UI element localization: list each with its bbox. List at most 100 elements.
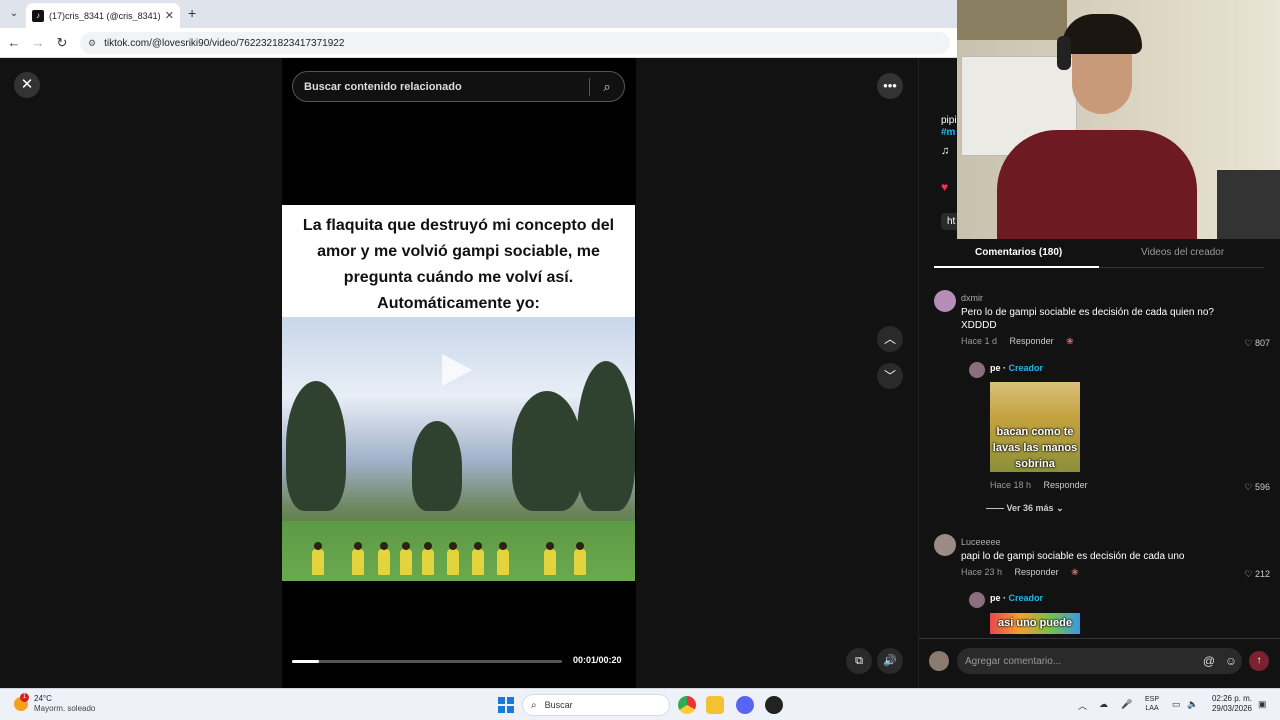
tree bbox=[577, 361, 635, 511]
weather-temperature: 24°C bbox=[34, 694, 52, 703]
avatar[interactable] bbox=[969, 592, 985, 608]
comment-placeholder: Agregar comentario... bbox=[965, 655, 1062, 667]
comment-time: Hace 23 h bbox=[961, 567, 1003, 577]
person bbox=[378, 542, 390, 575]
back-icon[interactable]: ← bbox=[5, 34, 23, 52]
new-tab-button[interactable]: + bbox=[188, 5, 196, 21]
keyboard-layout: LAA bbox=[1145, 705, 1159, 712]
reply-button[interactable]: Responder bbox=[1010, 336, 1054, 346]
like-number: 212 bbox=[1254, 569, 1270, 579]
comments-tabs: Comentarios (180) Videos del creador bbox=[934, 241, 1264, 268]
avatar[interactable] bbox=[929, 651, 949, 671]
reply-button[interactable]: Responder bbox=[1044, 480, 1088, 490]
comment-item: Luceeeee papi lo de gampi sociable es de… bbox=[934, 534, 1270, 634]
comment-item: dxmir Pero lo de gampi sociable es decis… bbox=[934, 290, 1270, 520]
progress-bar[interactable] bbox=[292, 660, 562, 663]
creator-badge: Creador bbox=[1008, 363, 1044, 373]
comment-meta: Hace 23 h Responder ❀ bbox=[961, 567, 1089, 578]
site-info-icon[interactable]: ⚙ bbox=[88, 38, 96, 49]
microphone-icon[interactable]: 🎤 bbox=[1121, 699, 1132, 710]
music-icon[interactable]: ♫ bbox=[941, 145, 949, 157]
tray-overflow-icon[interactable]: ︿ bbox=[1078, 699, 1087, 712]
reply-button[interactable]: Responder bbox=[1015, 567, 1059, 577]
tab-title: (17)cris_8341 (@cris_8341) | Tik bbox=[48, 10, 161, 21]
video-stage: ✕ Buscar contenido relacionado ⌕ La flaq… bbox=[0, 58, 918, 688]
sticker-caption: bacan como te lavas las manos sobrina bbox=[992, 426, 1078, 470]
clock-date: 29/03/2026 bbox=[1211, 704, 1252, 713]
comment-text: papi lo de gampi sociable es decisión de… bbox=[961, 551, 1185, 562]
heart-icon[interactable]: ♥ bbox=[941, 180, 948, 194]
browser-tab[interactable]: ♪ (17)cris_8341 (@cris_8341) | Tik ✕ bbox=[26, 3, 180, 28]
language-indicator[interactable]: ESP LAA bbox=[1145, 695, 1159, 713]
like-number: 596 bbox=[1254, 482, 1270, 492]
reload-icon[interactable]: ↻ bbox=[53, 34, 71, 52]
video-time: 00:01/00:20 bbox=[573, 655, 622, 665]
tab-comments[interactable]: Comentarios (180) bbox=[975, 247, 1062, 258]
send-icon[interactable]: ↑ bbox=[1249, 651, 1269, 671]
related-search-input[interactable]: Buscar contenido relacionado ⌕ bbox=[292, 71, 625, 102]
address-bar[interactable]: ⚙ tiktok.com/@lovesriki90/video/76223218… bbox=[80, 32, 950, 54]
reply-user: pe bbox=[990, 593, 1001, 603]
system-clock[interactable]: 02:26 p. m. 29/03/2026 bbox=[1206, 694, 1252, 714]
chrome-icon[interactable] bbox=[678, 696, 696, 714]
play-icon[interactable] bbox=[442, 354, 472, 386]
video-player[interactable]: Buscar contenido relacionado ⌕ La flaqui… bbox=[282, 58, 636, 688]
file-explorer-icon[interactable] bbox=[706, 696, 724, 714]
tab-creator-videos[interactable]: Videos del creador bbox=[1141, 247, 1224, 258]
avatar[interactable] bbox=[934, 534, 956, 556]
previous-video-icon[interactable]: ︿ bbox=[877, 326, 903, 352]
webcam-chair bbox=[1217, 170, 1280, 239]
webcam-headset bbox=[1057, 36, 1071, 70]
comment-username[interactable]: dxmir bbox=[961, 293, 983, 303]
windows-start-icon[interactable] bbox=[498, 697, 514, 713]
sticker-icon: ❀ bbox=[1066, 336, 1074, 346]
notifications-icon[interactable]: ▣ bbox=[1258, 699, 1267, 710]
close-icon[interactable]: ✕ bbox=[14, 72, 40, 98]
reply-meta: Hace 18 h Responder bbox=[990, 480, 1098, 490]
reply-username[interactable]: pe · Creador bbox=[990, 363, 1043, 373]
tab-close-icon[interactable]: ✕ bbox=[165, 9, 174, 22]
tray-app-icon[interactable]: ☁ bbox=[1099, 699, 1108, 710]
discord-icon[interactable] bbox=[736, 696, 754, 714]
tiktok-favicon-icon: ♪ bbox=[32, 9, 44, 22]
search-icon[interactable]: ⌕ bbox=[590, 79, 624, 95]
floating-player-icon[interactable]: ⧉ bbox=[846, 648, 872, 674]
sticker-caption: asi uno puede bbox=[998, 617, 1072, 629]
reply-username[interactable]: pe · Creador bbox=[990, 593, 1043, 603]
weather-widget[interactable]: 1 24°C Mayorm. soleado bbox=[14, 693, 95, 714]
person bbox=[472, 542, 484, 575]
forward-icon[interactable]: → bbox=[29, 34, 47, 52]
reply-sticker-image[interactable]: bacan como te lavas las manos sobrina bbox=[990, 382, 1080, 472]
tree bbox=[512, 391, 582, 511]
person bbox=[422, 542, 434, 575]
like-count[interactable]: ♡ 807 bbox=[1244, 338, 1270, 349]
more-options-icon[interactable]: ••• bbox=[877, 73, 903, 99]
next-video-icon[interactable]: ﹀ bbox=[877, 363, 903, 389]
tree bbox=[286, 381, 346, 511]
reply-sticker-image[interactable]: asi uno puede bbox=[990, 613, 1080, 634]
tab-menu-icon[interactable]: ⌄ bbox=[6, 6, 22, 22]
progress-fill bbox=[292, 660, 319, 663]
sun-icon: 1 bbox=[14, 693, 29, 711]
emoji-icon[interactable]: ☺ bbox=[1220, 654, 1242, 668]
clock-time: 02:26 p. m. bbox=[1211, 694, 1252, 703]
notification-badge: 1 bbox=[20, 693, 29, 702]
hashtag-stub[interactable]: #m bbox=[941, 127, 955, 138]
network-icon[interactable]: ▭ bbox=[1172, 699, 1181, 710]
comment-username[interactable]: Luceeeee bbox=[961, 537, 1001, 547]
speaker-icon[interactable]: 🔈 bbox=[1187, 699, 1198, 710]
view-more-replies[interactable]: ―― Ver 36 más ⌄ bbox=[986, 503, 1064, 514]
avatar[interactable] bbox=[969, 362, 985, 378]
person bbox=[447, 542, 459, 575]
url-text: tiktok.com/@lovesriki90/video/7622321823… bbox=[104, 37, 345, 49]
like-count[interactable]: ♡ 596 bbox=[1244, 482, 1270, 493]
mention-icon[interactable]: @ bbox=[1198, 654, 1220, 668]
avatar[interactable] bbox=[934, 290, 956, 312]
taskbar-search[interactable]: ⌕ Buscar bbox=[522, 694, 670, 716]
volume-icon[interactable]: 🔊 bbox=[877, 648, 903, 674]
reply-time: Hace 18 h bbox=[990, 480, 1032, 490]
creator-badge: Creador bbox=[1008, 593, 1044, 603]
obs-icon[interactable] bbox=[765, 696, 783, 714]
like-count[interactable]: ♡ 212 bbox=[1244, 569, 1270, 580]
comment-input[interactable]: Agregar comentario... @ ☺ bbox=[957, 648, 1242, 674]
